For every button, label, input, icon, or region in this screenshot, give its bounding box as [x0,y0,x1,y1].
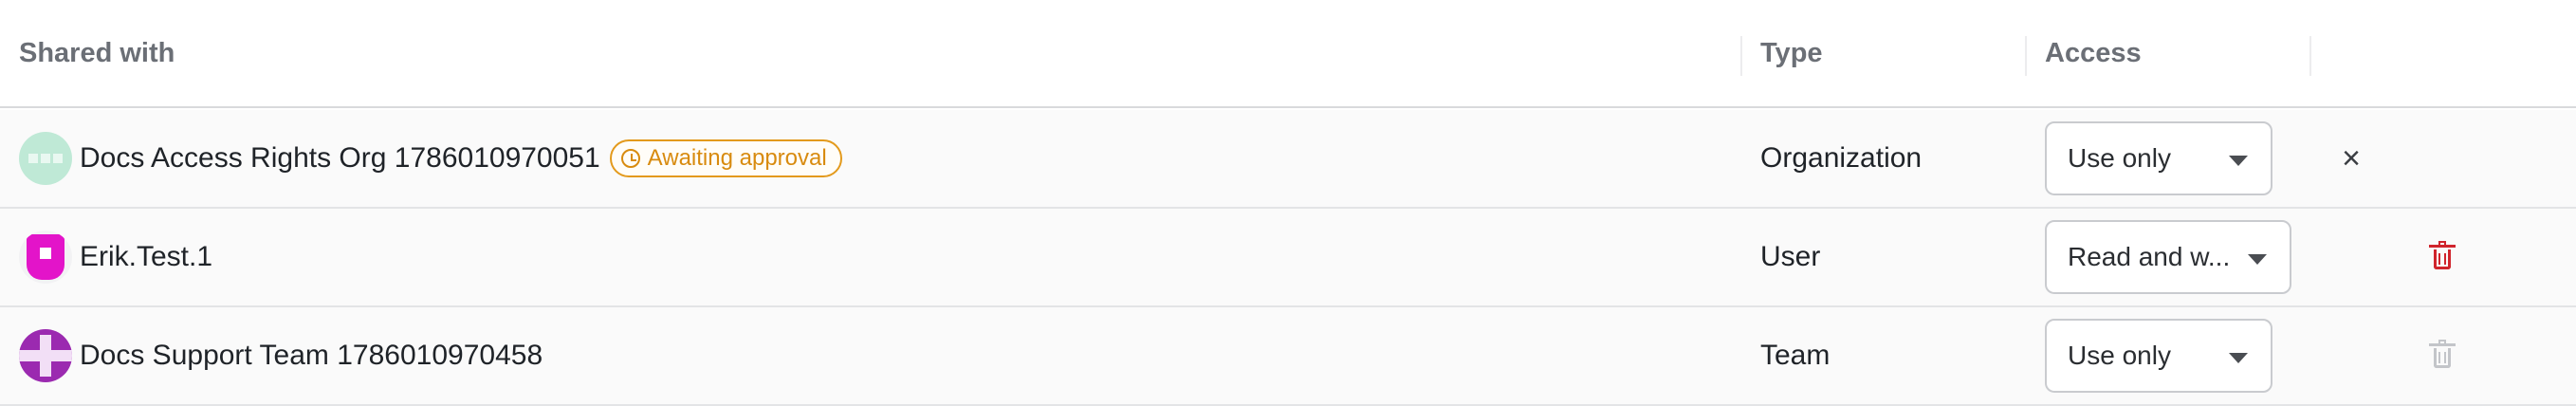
table-row: Docs Support Team 1786010970458 Team Use… [0,307,2576,406]
user-avatar [19,231,72,284]
clock-icon [620,149,640,168]
trash-icon [2429,340,2456,368]
table-row: Docs Access Rights Org 1786010970051 Awa… [0,110,2576,209]
shared-with-name: Erik.Test.1 [80,241,213,272]
access-select[interactable]: Use only [2045,319,2272,393]
shared-with-cell: Erik.Test.1 [19,209,212,305]
caret-down-icon [2248,254,2267,265]
table-header: Shared with Type Access [0,0,2576,108]
shared-with-cell: Docs Support Team 1786010970458 [19,307,543,404]
trash-icon [2429,241,2456,269]
delete-button-disabled [2423,337,2461,375]
access-select[interactable]: Use only [2045,121,2272,195]
type-cell: User [1760,241,1821,272]
type-cell: Team [1760,340,1831,371]
access-select[interactable]: Read and w... [2045,220,2291,294]
access-select-value: Use only [2068,143,2171,173]
caret-down-icon [2229,353,2248,363]
column-divider [1740,36,1742,76]
shared-with-cell: Docs Access Rights Org 1786010970051 Awa… [19,110,842,207]
type-cell: Organization [1760,142,1923,174]
column-divider [2309,36,2311,76]
organization-avatar [19,132,72,185]
badge-label: Awaiting approval [647,145,827,171]
access-select-value: Read and w... [2068,242,2231,271]
delete-button[interactable] [2423,238,2461,276]
awaiting-approval-badge: Awaiting approval [609,139,842,177]
caret-down-icon [2229,156,2248,166]
shared-with-table: Shared with Type Access Docs Access Righ… [0,0,2576,406]
column-header-shared-with: Shared with [19,37,175,68]
table-row: Erik.Test.1 User Read and w... [0,209,2576,307]
team-avatar [19,329,72,382]
access-select-value: Use only [2068,341,2171,370]
column-header-type: Type [1760,37,1823,68]
column-divider [2025,36,2027,76]
shared-with-name: Docs Support Team 1786010970458 [80,340,543,371]
shared-with-name: Docs Access Rights Org 1786010970051 [80,142,600,174]
column-header-access: Access [2045,37,2142,68]
close-icon: × [2342,140,2361,176]
remove-button[interactable]: × [2332,139,2370,177]
